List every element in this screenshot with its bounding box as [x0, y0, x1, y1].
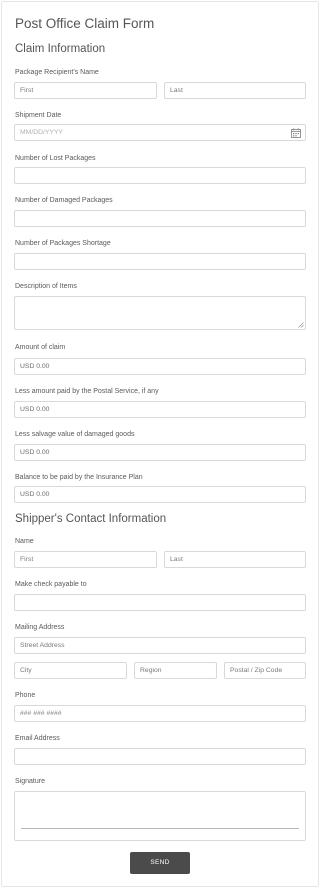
amount-input[interactable]: USD 0.00 [14, 358, 306, 375]
salvage-input[interactable]: USD 0.00 [14, 444, 306, 461]
postal-paid-label: Less amount paid by the Postal Service, … [15, 388, 159, 395]
shipment-date-placeholder: MM/DD/YYYY [20, 129, 64, 136]
shipment-date-label: Shipment Date [15, 112, 62, 119]
region-input[interactable]: Region [134, 662, 217, 679]
street-address-input[interactable]: Street Address [14, 637, 306, 654]
city-input[interactable]: City [14, 662, 127, 679]
shortage-label: Number of Packages Shortage [15, 240, 111, 247]
name-first-input[interactable]: First [14, 551, 157, 568]
lost-packages-input[interactable] [14, 167, 306, 184]
damaged-packages-input[interactable] [14, 210, 306, 227]
amount-label: Amount of claim [15, 344, 66, 351]
zip-input[interactable]: Postal / Zip Code [224, 662, 306, 679]
signature-line [21, 828, 299, 829]
phone-label: Phone [15, 692, 36, 699]
email-label: Email Address [15, 735, 60, 742]
shipment-date-input[interactable]: MM/DD/YYYY [14, 124, 306, 141]
signature-label: Signature [15, 778, 45, 785]
salvage-label: Less salvage value of damaged goods [15, 431, 135, 438]
send-button[interactable]: SEND [130, 852, 190, 874]
name-last-input[interactable]: Last [164, 551, 306, 568]
recipient-label: Package Recipient's Name [15, 69, 99, 76]
lost-packages-label: Number of Lost Packages [15, 155, 96, 162]
form-title: Post Office Claim Form [15, 16, 155, 31]
postal-paid-input[interactable]: USD 0.00 [14, 401, 306, 418]
shortage-input[interactable] [14, 253, 306, 270]
balance-input[interactable]: USD 0.00 [14, 486, 306, 503]
description-textarea[interactable] [14, 296, 306, 330]
description-label: Description of Items [15, 283, 77, 290]
mailing-address-label: Mailing Address [15, 624, 65, 631]
payable-label: Make check payable to [15, 581, 87, 588]
payable-input[interactable] [14, 594, 306, 611]
recipient-last-input[interactable]: Last [164, 82, 306, 99]
calendar-icon[interactable] [291, 128, 301, 138]
balance-label: Balance to be paid by the Insurance Plan [15, 474, 143, 481]
name-label: Name [15, 538, 34, 545]
damaged-packages-label: Number of Damaged Packages [15, 197, 113, 204]
recipient-first-input[interactable]: First [14, 82, 157, 99]
resize-handle-icon[interactable] [298, 322, 304, 328]
email-input[interactable] [14, 748, 306, 765]
section-title-claim: Claim Information [15, 43, 106, 55]
phone-input[interactable]: ### ### #### [14, 705, 306, 722]
signature-pad[interactable] [14, 791, 306, 841]
section-title-shipper: Shipper's Contact Information [15, 513, 167, 525]
